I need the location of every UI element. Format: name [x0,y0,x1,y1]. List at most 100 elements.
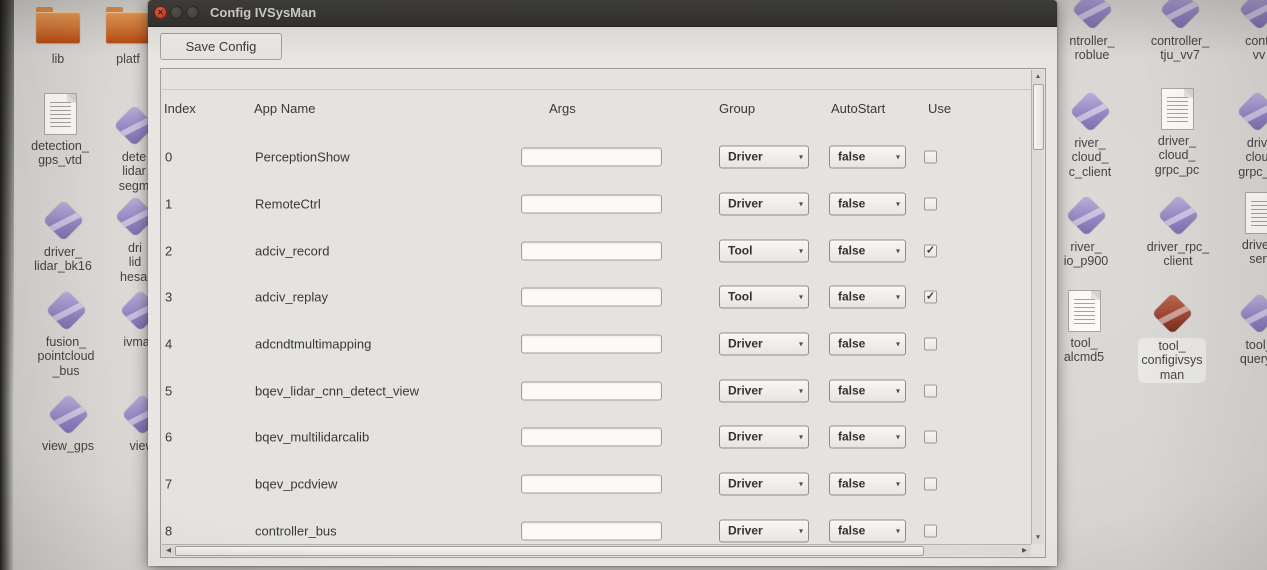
desktop-icon[interactable]: ntroller_roblue [1042,0,1142,63]
app-diamond-icon [42,199,83,240]
row-app-name: bqev_multilidarcalib [255,430,369,445]
autostart-dropdown[interactable]: false ▾ [829,193,906,216]
window-titlebar[interactable]: ✕ Config IVSysMan [148,0,1057,27]
desktop: lib platf detection_gps_vtd detelidarseg… [0,0,1267,570]
desktop-icon[interactable]: drivclougrpc_s [1207,89,1267,179]
args-input[interactable] [521,148,662,167]
icon-label-line: grpc_s [1207,165,1267,179]
group-dropdown[interactable]: Driver ▾ [719,519,809,542]
args-input[interactable] [521,428,662,447]
icon-label-line: queryn [1209,352,1267,366]
autostart-dropdown[interactable]: false ▾ [829,239,906,262]
chevron-down-icon: ▾ [799,380,803,401]
use-checkbox[interactable]: ✓ [924,291,937,304]
chevron-down-icon: ▾ [896,334,900,355]
use-checkbox[interactable] [924,384,937,397]
scroll-right-icon[interactable]: ▶ [1019,545,1030,556]
row-app-name: RemoteCtrl [255,197,321,212]
group-dropdown[interactable]: Driver ▾ [719,426,809,449]
use-checkbox[interactable] [924,151,937,164]
autostart-dropdown[interactable]: false ▾ [829,426,906,449]
group-dropdown[interactable]: Driver ▾ [719,333,809,356]
use-checkbox[interactable] [924,478,937,491]
save-config-button[interactable]: Save Config [160,33,282,60]
screen-bezel-edge [0,0,14,570]
row-app-name: bqev_lidar_cnn_detect_view [255,383,419,398]
icon-label-line: clou [1207,150,1267,164]
autostart-dropdown[interactable]: false ▾ [829,333,906,356]
desktop-icon[interactable]: tool_configivsysman [1122,291,1222,384]
autostart-dropdown[interactable]: false ▾ [829,379,906,402]
desktop-icon[interactable]: tool_queryn [1209,291,1267,367]
document-icon [1245,192,1267,234]
group-dropdown[interactable]: Tool ▾ [719,286,809,309]
row-index: 0 [165,150,172,165]
desktop-icon-glyph [1122,291,1222,335]
horizontal-scrollbar[interactable]: ◀ ▶ [162,544,1031,556]
table-row: 4 adcndtmultimapping Driver ▾ false ▾ [162,321,1031,368]
desktop-icon[interactable]: contrvv [1209,0,1267,63]
close-button[interactable]: ✕ [154,6,167,19]
table-row: 5 bqev_lidar_cnn_detect_view Driver ▾ fa… [162,367,1031,414]
args-input[interactable] [521,521,662,540]
row-index: 7 [165,477,172,492]
use-checkbox[interactable] [924,524,937,537]
use-checkbox[interactable] [924,198,937,211]
autostart-value: false [838,194,865,215]
group-value: Tool [728,287,752,308]
scroll-down-icon[interactable]: ▼ [1032,532,1044,543]
vertical-scroll-thumb[interactable] [1033,84,1044,150]
autostart-dropdown[interactable]: false ▾ [829,473,906,496]
table-row: 2 adciv_record Tool ▾ false ▾ ✓ [162,227,1031,274]
icon-label-line: driv [1207,136,1267,150]
header-autostart: AutoStart [831,101,885,116]
autostart-dropdown[interactable]: false ▾ [829,286,906,309]
chevron-down-icon: ▾ [799,240,803,261]
autostart-dropdown[interactable]: false ▾ [829,146,906,169]
args-input[interactable] [521,195,662,214]
chevron-down-icon: ▾ [799,194,803,215]
row-app-name: adciv_replay [255,290,328,305]
use-checkbox[interactable] [924,338,937,351]
chevron-down-icon: ▾ [896,380,900,401]
args-input[interactable] [521,335,662,354]
app-diamond-icon [1157,194,1198,235]
desktop-icon[interactable]: driver_serv [1211,191,1267,267]
app-diamond-icon [1236,90,1267,131]
icon-label-line: _bus [16,364,116,378]
icon-label-line: tool_ [1141,339,1202,353]
vertical-scrollbar[interactable]: ▲ ▼ [1031,70,1044,544]
args-input[interactable] [521,381,662,400]
horizontal-scroll-thumb[interactable] [175,546,924,556]
chevron-down-icon: ▾ [896,474,900,495]
header-index: Index [164,101,196,116]
chevron-down-icon: ▾ [799,287,803,308]
group-dropdown[interactable]: Driver ▾ [719,193,809,216]
app-diamond-icon [45,289,86,330]
chevron-down-icon: ▾ [896,287,900,308]
document-icon [1068,290,1101,332]
group-dropdown[interactable]: Driver ▾ [719,473,809,496]
args-input[interactable] [521,288,662,307]
group-dropdown[interactable]: Driver ▾ [719,379,809,402]
chevron-down-icon: ▾ [896,194,900,215]
scroll-up-icon[interactable]: ▲ [1032,71,1044,82]
maximize-button[interactable] [186,6,199,19]
app-diamond-icon [1065,194,1106,235]
group-dropdown[interactable]: Tool ▾ [719,239,809,262]
use-checkbox[interactable] [924,431,937,444]
group-dropdown[interactable]: Driver ▾ [719,146,809,169]
args-input[interactable] [521,475,662,494]
autostart-value: false [838,380,865,401]
autostart-dropdown[interactable]: false ▾ [829,519,906,542]
group-value: Driver [728,520,763,541]
scroll-left-icon[interactable]: ◀ [163,545,174,556]
icon-label-line: driver_ [1211,238,1267,252]
icon-label-line: ntroller_ [1042,34,1142,48]
minimize-button[interactable] [170,6,183,19]
icon-label-line: pointcloud [16,349,116,363]
use-checkbox[interactable]: ✓ [924,244,937,257]
args-input[interactable] [521,241,662,260]
app-diamond-icon [1159,0,1200,30]
icon-label-line: configivsys [1141,353,1202,367]
